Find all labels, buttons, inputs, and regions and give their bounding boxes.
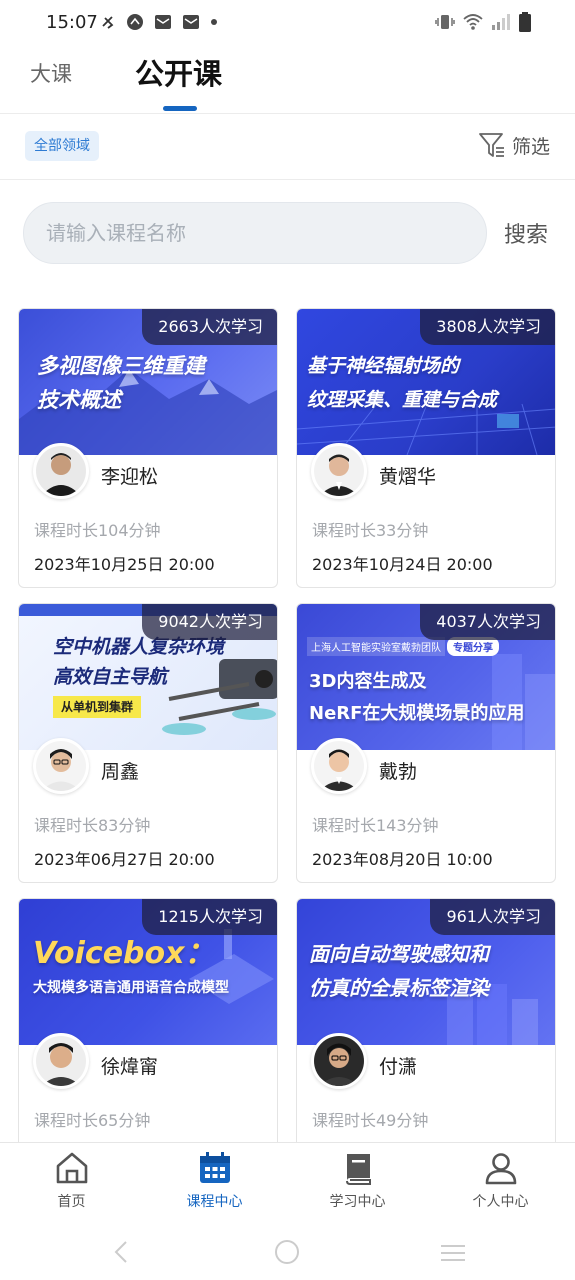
mute-icon (102, 16, 114, 29)
study-count-badge: 961人次学习 (430, 899, 555, 935)
search-button[interactable]: 搜索 (504, 217, 548, 249)
top-tabs: 大课 公开课 (0, 46, 575, 114)
dot-icon (211, 19, 217, 25)
tab-big-course[interactable]: 大课 (30, 58, 72, 88)
course-card[interactable]: Voicebox： 大规模多语言通用语音合成模型 1215人次学习 徐煒甯 课程… (18, 898, 278, 1178)
search-input[interactable] (23, 202, 487, 264)
book-icon (345, 1154, 371, 1185)
banner-title: 3D内容生成及 NeRF在大规模场景的应用 (309, 671, 525, 724)
system-status-icons (435, 12, 531, 32)
bottom-nav: 首页 课程中心 学习中心 个人中心 (0, 1142, 575, 1216)
app-icon (127, 14, 143, 30)
course-banner: 上海人工智能实验室戴勃团队 专题分享 3D内容生成及 NeRF在大规模场景的应用… (297, 604, 555, 750)
home-circle-icon[interactable] (274, 1239, 300, 1265)
funnel-icon (479, 133, 504, 157)
course-card[interactable]: 上海人工智能实验室戴勃团队 专题分享 3D内容生成及 NeRF在大规模场景的应用… (296, 603, 556, 883)
nav-home-label: 首页 (57, 1194, 86, 1210)
filter-bar: 全部领域 筛选 (0, 114, 575, 180)
vibrate-icon (435, 15, 455, 29)
course-banner: Voicebox： 大规模多语言通用语音合成模型 1215人次学习 (19, 899, 277, 1045)
notification-icons (100, 13, 218, 31)
back-icon[interactable] (112, 1240, 132, 1264)
teacher-name: 付潇 (379, 1056, 418, 1078)
course-duration: 课程时长143分钟 (312, 816, 439, 835)
home-icon (56, 1152, 87, 1184)
course-duration: 课程时长49分钟 (312, 1111, 429, 1130)
teacher-name: 黄熠华 (379, 466, 437, 488)
course-datetime: 2023年06月27日 20:00 (34, 850, 215, 869)
course-banner: 基于神经辐射场的 纹理采集、重建与合成 3808人次学习 (297, 309, 555, 455)
user-icon (485, 1153, 516, 1185)
course-card[interactable]: 基于神经辐射场的 纹理采集、重建与合成 3808人次学习 黄熠华 课程时长33分… (296, 308, 556, 588)
wifi-icon (463, 14, 483, 30)
avatar (33, 738, 89, 794)
mail-icon-2 (183, 15, 199, 29)
status-bar: 15:07 (0, 0, 575, 46)
course-duration: 课程时长104分钟 (34, 521, 161, 540)
tab-open-course[interactable]: 公开课 (135, 51, 222, 93)
course-datetime: 2023年10月24日 20:00 (312, 555, 493, 574)
course-duration: 课程时长65分钟 (34, 1111, 151, 1130)
study-count-badge: 2663人次学习 (142, 309, 277, 345)
calendar-icon (199, 1152, 230, 1183)
avatar (311, 738, 367, 794)
banner-title: Voicebox： 大规模多语言通用语音合成模型 (33, 936, 229, 996)
banner-title: 空中机器人复杂环境 高效自主导航 (53, 636, 225, 688)
nav-courses[interactable]: 课程中心 (143, 1151, 286, 1211)
course-banner: 多视图像三维重建 技术概述 2663人次学习 (19, 309, 277, 455)
avatar (311, 443, 367, 499)
status-time: 15:07 (46, 12, 98, 33)
teacher-name: 戴勃 (379, 761, 418, 783)
banner-title: 面向自动驾驶感知和 仿真的全景标签渲染 (309, 942, 489, 1000)
signal-icon (492, 14, 510, 30)
study-count-badge: 9042人次学习 (142, 604, 277, 640)
avatar (33, 443, 89, 499)
active-tab-indicator (163, 106, 197, 111)
menu-icon[interactable] (439, 1243, 467, 1263)
study-count-badge: 1215人次学习 (142, 899, 277, 935)
domain-chip-all[interactable]: 全部领域 (25, 131, 99, 161)
banner-subtitle: 上海人工智能实验室戴勃团队 (307, 637, 445, 656)
filter-button[interactable]: 筛选 (478, 131, 550, 159)
course-datetime: 2023年08月20日 10:00 (312, 850, 493, 869)
course-card[interactable]: 面向自动驾驶感知和 仿真的全景标签渲染 961人次学习 付潇 课程时长49分钟 (296, 898, 556, 1178)
nav-study-label: 学习中心 (329, 1194, 386, 1210)
filter-label: 筛选 (511, 135, 550, 158)
course-datetime: 2023年10月25日 20:00 (34, 555, 215, 574)
nav-study[interactable]: 学习中心 (286, 1151, 429, 1211)
course-duration: 课程时长83分钟 (34, 816, 151, 835)
mail-icon (155, 15, 171, 29)
nav-profile[interactable]: 个人中心 (429, 1151, 572, 1211)
battery-icon (519, 12, 531, 32)
nav-courses-label: 课程中心 (186, 1194, 243, 1210)
course-card[interactable]: 多视图像三维重建 技术概述 2663人次学习 李迎松 课程时长104分钟 202… (18, 308, 278, 588)
study-count-badge: 3808人次学习 (420, 309, 555, 345)
nav-home[interactable]: 首页 (0, 1151, 143, 1211)
course-banner: 空中机器人复杂环境 高效自主导航 从单机到集群 9042人次学习 (19, 604, 277, 750)
course-duration: 课程时长33分钟 (312, 521, 429, 540)
avatar (311, 1033, 367, 1089)
banner-title: 基于神经辐射场的 纹理采集、重建与合成 (307, 355, 498, 411)
teacher-name: 徐煒甯 (101, 1056, 159, 1078)
system-navigation-bar (0, 1216, 575, 1280)
nav-profile-label: 个人中心 (472, 1194, 529, 1210)
study-count-badge: 4037人次学习 (420, 604, 555, 640)
banner-title: 多视图像三维重建 技术概述 (37, 354, 205, 412)
teacher-name: 李迎松 (101, 466, 159, 488)
teacher-name: 周鑫 (101, 761, 140, 783)
banner-tag: 从单机到集群 (53, 696, 142, 718)
course-card[interactable]: 空中机器人复杂环境 高效自主导航 从单机到集群 9042人次学习 周鑫 课程时长… (18, 603, 278, 883)
avatar (33, 1033, 89, 1089)
course-banner: 面向自动驾驶感知和 仿真的全景标签渲染 961人次学习 (297, 899, 555, 1045)
